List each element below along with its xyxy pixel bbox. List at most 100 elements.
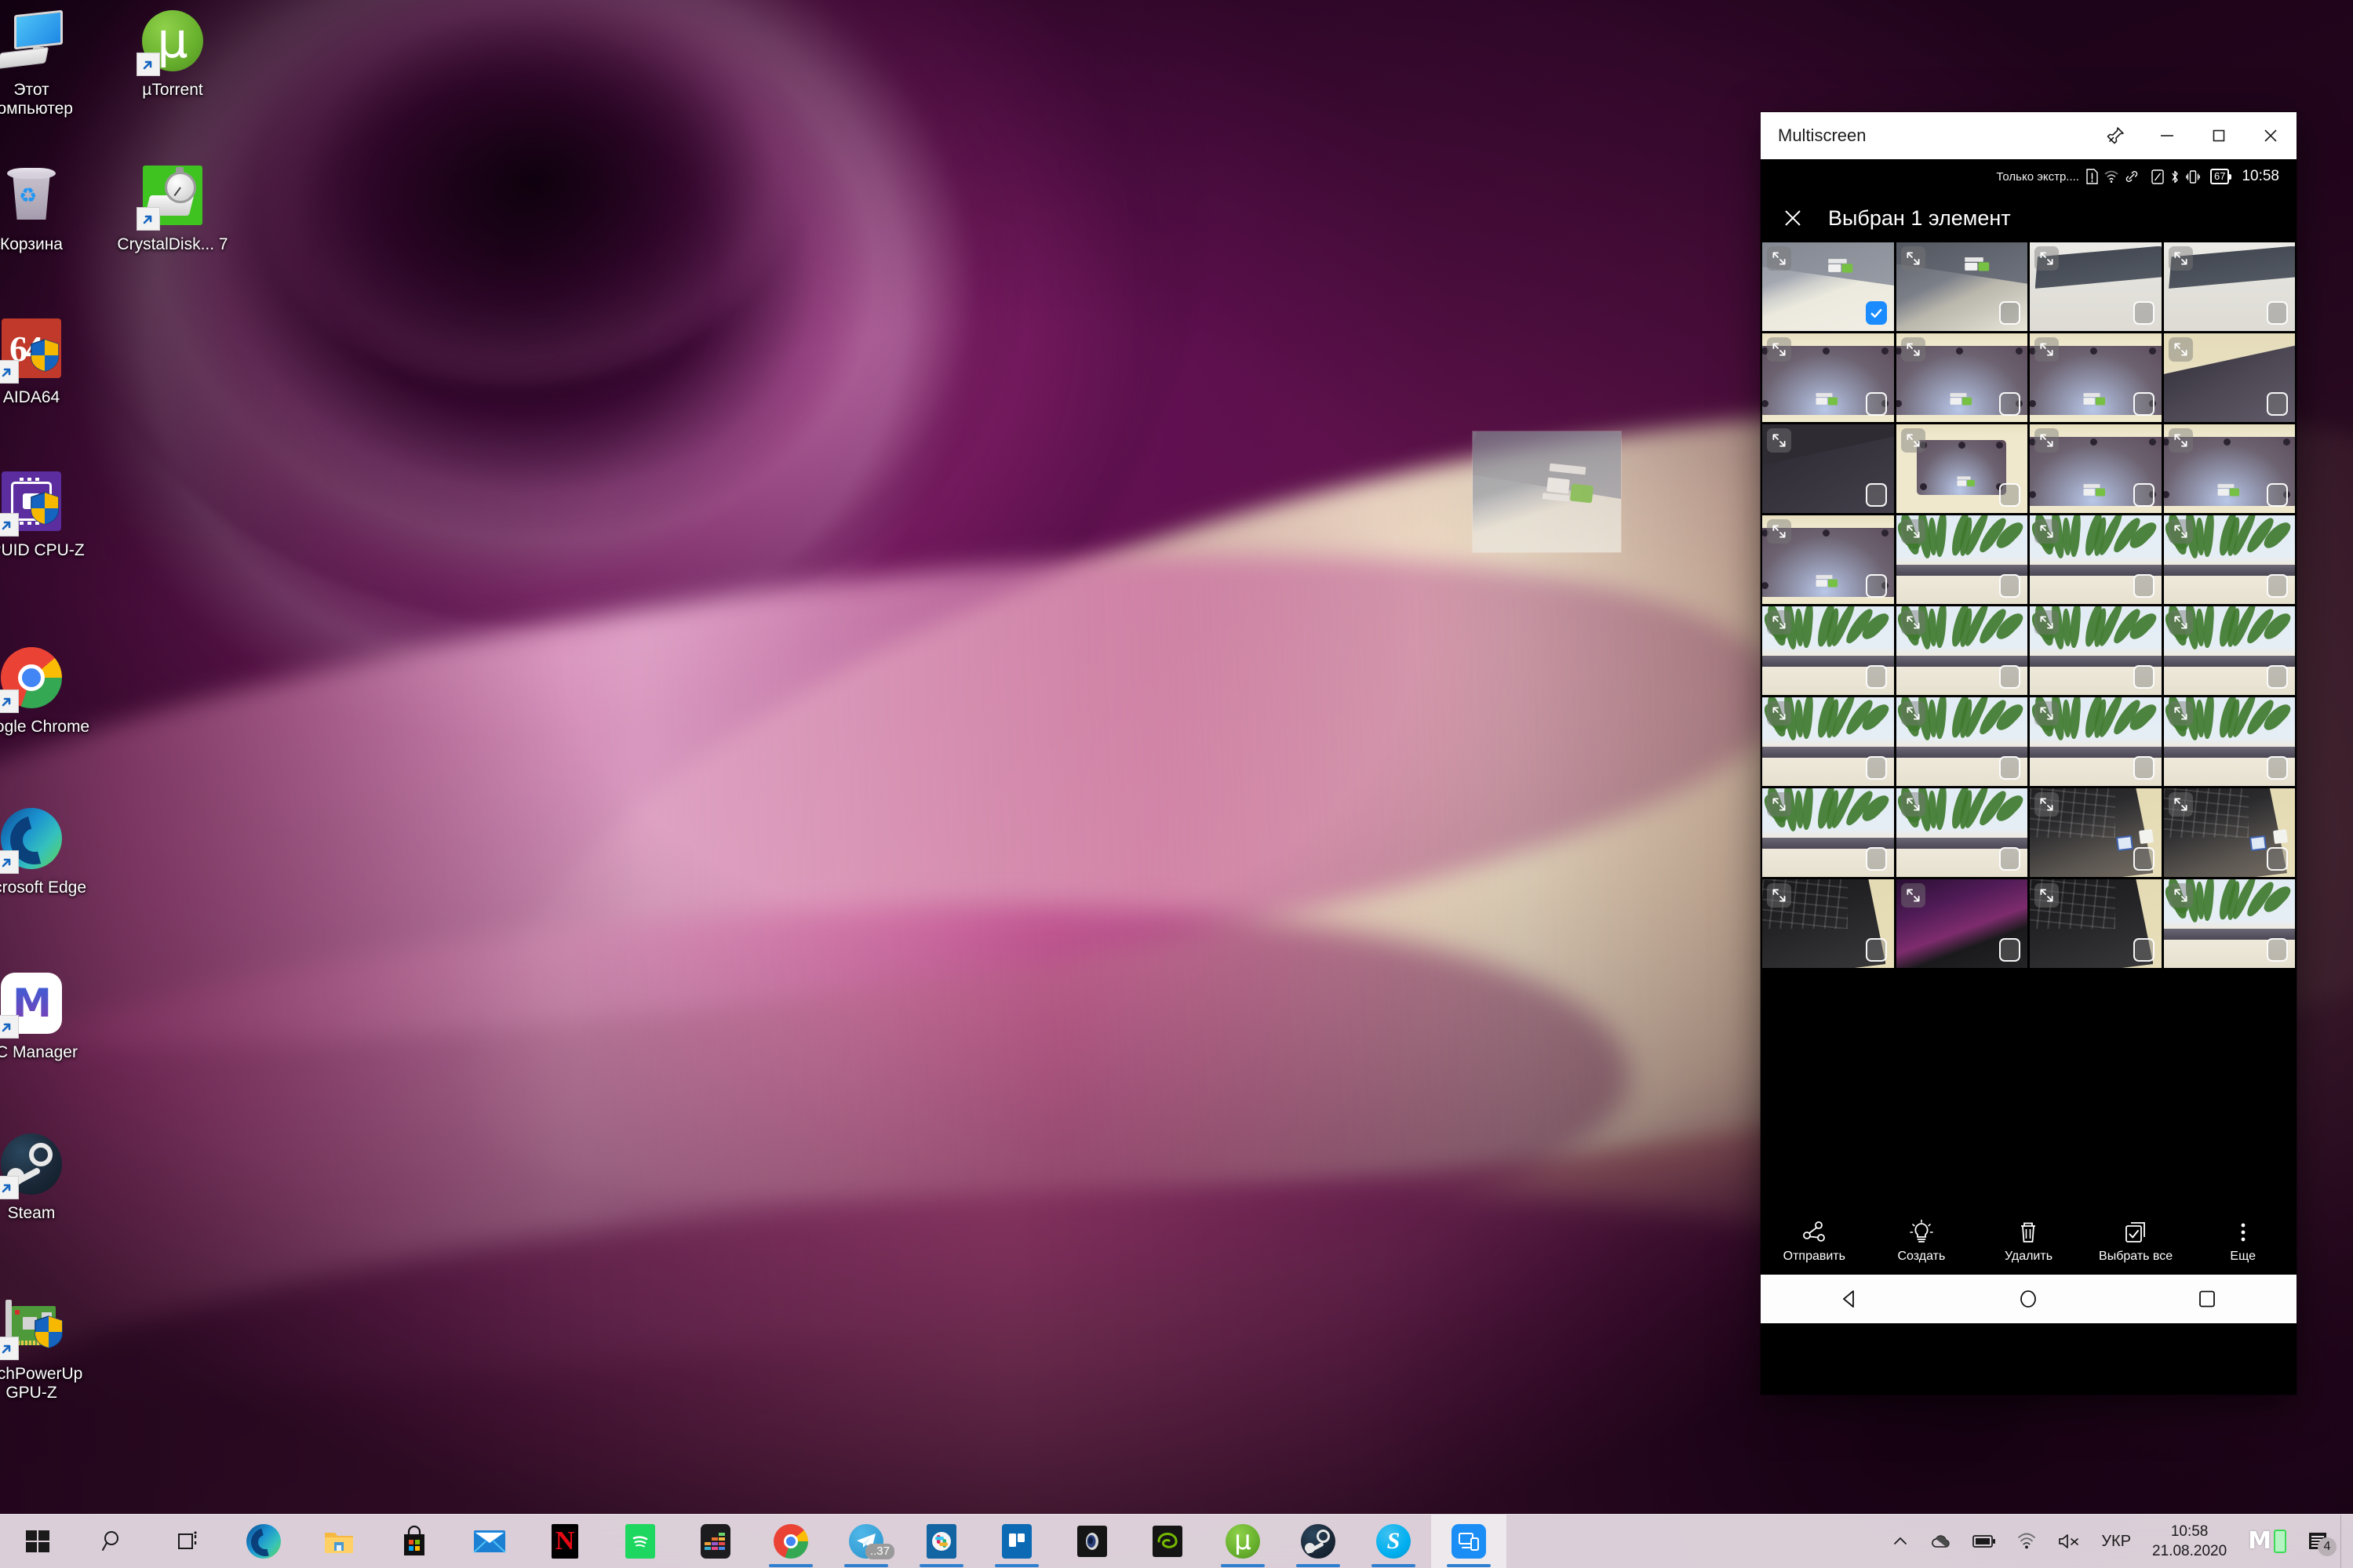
expand-icon[interactable] [1767, 610, 1791, 635]
close-selection-icon[interactable] [1781, 206, 1805, 230]
expand-icon[interactable] [1900, 428, 1925, 453]
gallery-thumbnail[interactable] [2163, 242, 2295, 331]
thumbnail-checkbox[interactable] [2133, 756, 2154, 780]
close-button[interactable] [2245, 112, 2297, 159]
gallery-thumbnail[interactable] [1762, 879, 1894, 968]
expand-icon[interactable] [1900, 883, 1925, 908]
expand-icon[interactable] [1900, 246, 1925, 271]
gallery-thumbnail[interactable] [2163, 697, 2295, 786]
gallery-thumbnail[interactable] [1762, 697, 1894, 786]
taskbar-item-media-player[interactable] [1054, 1515, 1130, 1568]
thumbnail-checkbox[interactable] [2267, 574, 2288, 598]
gallery-grid[interactable] [1761, 242, 2297, 1207]
taskbar-item-file-explorer[interactable] [301, 1515, 377, 1568]
desktop-icon-microsoft-edge[interactable]: Microsoft Edge [0, 804, 90, 897]
taskbar-item-netflix[interactable]: N [527, 1515, 603, 1568]
expand-icon[interactable] [1900, 610, 1925, 635]
tray-battery[interactable] [1962, 1515, 2006, 1568]
gallery-thumbnail[interactable] [2163, 333, 2295, 422]
show-desktop-button[interactable] [2340, 1514, 2348, 1568]
maximize-button[interactable] [2193, 112, 2245, 159]
window-titlebar[interactable]: Multiscreen [1761, 112, 2297, 159]
start-button[interactable] [0, 1515, 75, 1568]
gallery-thumbnail[interactable] [1762, 424, 1894, 513]
expand-icon[interactable] [2034, 246, 2059, 271]
gallery-thumbnail[interactable] [2030, 697, 2162, 786]
thumbnail-checkbox[interactable] [1865, 665, 1887, 689]
expand-icon[interactable] [2034, 428, 2059, 453]
android-navigation-bar[interactable] [1761, 1275, 2297, 1323]
taskbar[interactable]: N ..37 µ S УКР 10:58 21.08.2020 Ⅿ 4 [0, 1514, 2353, 1568]
thumbnail-checkbox[interactable] [1865, 847, 1887, 871]
thumbnail-checkbox[interactable] [2133, 392, 2154, 416]
desktop-icon-gpuz[interactable]: TechPowerUp GPU-Z [0, 1290, 90, 1402]
taskbar-item-spotify[interactable] [603, 1515, 678, 1568]
tray-onedrive[interactable] [1920, 1515, 1962, 1568]
thumbnail-checkbox[interactable] [1999, 938, 2020, 962]
taskbar-item-mail[interactable] [452, 1515, 527, 1568]
gallery-thumbnail[interactable] [1896, 515, 2027, 604]
expand-icon[interactable] [2168, 428, 2193, 453]
gallery-thumbnail[interactable] [2163, 788, 2295, 877]
expand-icon[interactable] [2168, 519, 2193, 544]
gallery-action-bar[interactable]: Отправить Создать Удалить Выбрать все Ещ… [1761, 1207, 2297, 1275]
thumbnail-checkbox[interactable] [1999, 665, 2020, 689]
taskbar-item-skype[interactable]: S [1356, 1515, 1431, 1568]
gallery-thumbnail[interactable] [1896, 424, 2027, 513]
thumbnail-checkbox[interactable] [2267, 756, 2288, 780]
gallery-thumbnail[interactable] [2030, 333, 2162, 422]
desktop-icon-aida64[interactable]: 64 AIDA64 [0, 314, 90, 407]
tray-overflow-button[interactable] [1881, 1515, 1920, 1568]
pin-button[interactable] [2089, 112, 2141, 159]
thumbnail-checkbox[interactable] [2267, 301, 2288, 325]
thumbnail-checkbox[interactable] [2267, 938, 2288, 962]
gallery-thumbnail[interactable] [2030, 879, 2162, 968]
thumbnail-checkbox[interactable] [1865, 392, 1887, 416]
expand-icon[interactable] [2034, 883, 2059, 908]
tray-pc-manager[interactable]: Ⅿ [2238, 1515, 2297, 1568]
expand-icon[interactable] [1767, 428, 1791, 453]
taskbar-item-utorrent[interactable]: µ [1205, 1515, 1280, 1568]
taskbar-item-telegram[interactable]: ..37 [829, 1515, 904, 1568]
thumbnail-checkbox[interactable] [2133, 301, 2154, 325]
thumbnail-checkbox[interactable] [1999, 301, 2020, 325]
gallery-thumbnail[interactable] [2030, 788, 2162, 877]
expand-icon[interactable] [1767, 337, 1791, 362]
thumbnail-checkbox[interactable] [1999, 847, 2020, 871]
taskbar-item-deezer[interactable] [678, 1515, 753, 1568]
thumbnail-checkbox-checked[interactable] [1865, 301, 1887, 325]
gallery-thumbnail[interactable] [1896, 242, 2027, 331]
thumbnail-checkbox[interactable] [2133, 574, 2154, 598]
taskbar-item-microsoft-store[interactable] [377, 1515, 452, 1568]
delete-button[interactable]: Удалить [1975, 1219, 2082, 1264]
tray-volume[interactable] [2047, 1515, 2091, 1568]
gallery-thumbnail[interactable] [1896, 697, 2027, 786]
expand-icon[interactable] [1900, 701, 1925, 726]
thumbnail-checkbox[interactable] [2133, 938, 2154, 962]
expand-icon[interactable] [2168, 246, 2193, 271]
expand-icon[interactable] [1767, 883, 1791, 908]
gallery-thumbnail[interactable] [2163, 515, 2295, 604]
task-view-button[interactable] [151, 1515, 226, 1568]
expand-icon[interactable] [2168, 883, 2193, 908]
desktop-icon-google-chrome[interactable]: Google Chrome [0, 643, 90, 737]
taskbar-item-slack[interactable] [904, 1515, 979, 1568]
desktop[interactable]: Этот компьютер µ µTorrent ♻ Корзина [0, 0, 2353, 1568]
expand-icon[interactable] [1900, 337, 1925, 362]
share-button[interactable]: Отправить [1761, 1219, 1868, 1264]
android-back-button[interactable] [1807, 1287, 1893, 1311]
gallery-thumbnail[interactable] [1896, 788, 2027, 877]
more-button[interactable]: Еще [2189, 1219, 2297, 1264]
thumbnail-checkbox[interactable] [1999, 483, 2020, 507]
gallery-thumbnail[interactable] [2030, 424, 2162, 513]
gallery-thumbnail[interactable] [2163, 424, 2295, 513]
gallery-thumbnail[interactable] [1762, 606, 1894, 695]
expand-icon[interactable] [1900, 792, 1925, 817]
notification-center[interactable]: 4 [2297, 1515, 2340, 1568]
taskbar-item-trello[interactable] [979, 1515, 1054, 1568]
taskbar-item-steam[interactable] [1280, 1515, 1356, 1568]
taskbar-item-chrome[interactable] [753, 1515, 829, 1568]
thumbnail-checkbox[interactable] [2133, 665, 2154, 689]
search-button[interactable] [75, 1515, 151, 1568]
taskbar-items[interactable]: N ..37 µ S [0, 1514, 1506, 1568]
